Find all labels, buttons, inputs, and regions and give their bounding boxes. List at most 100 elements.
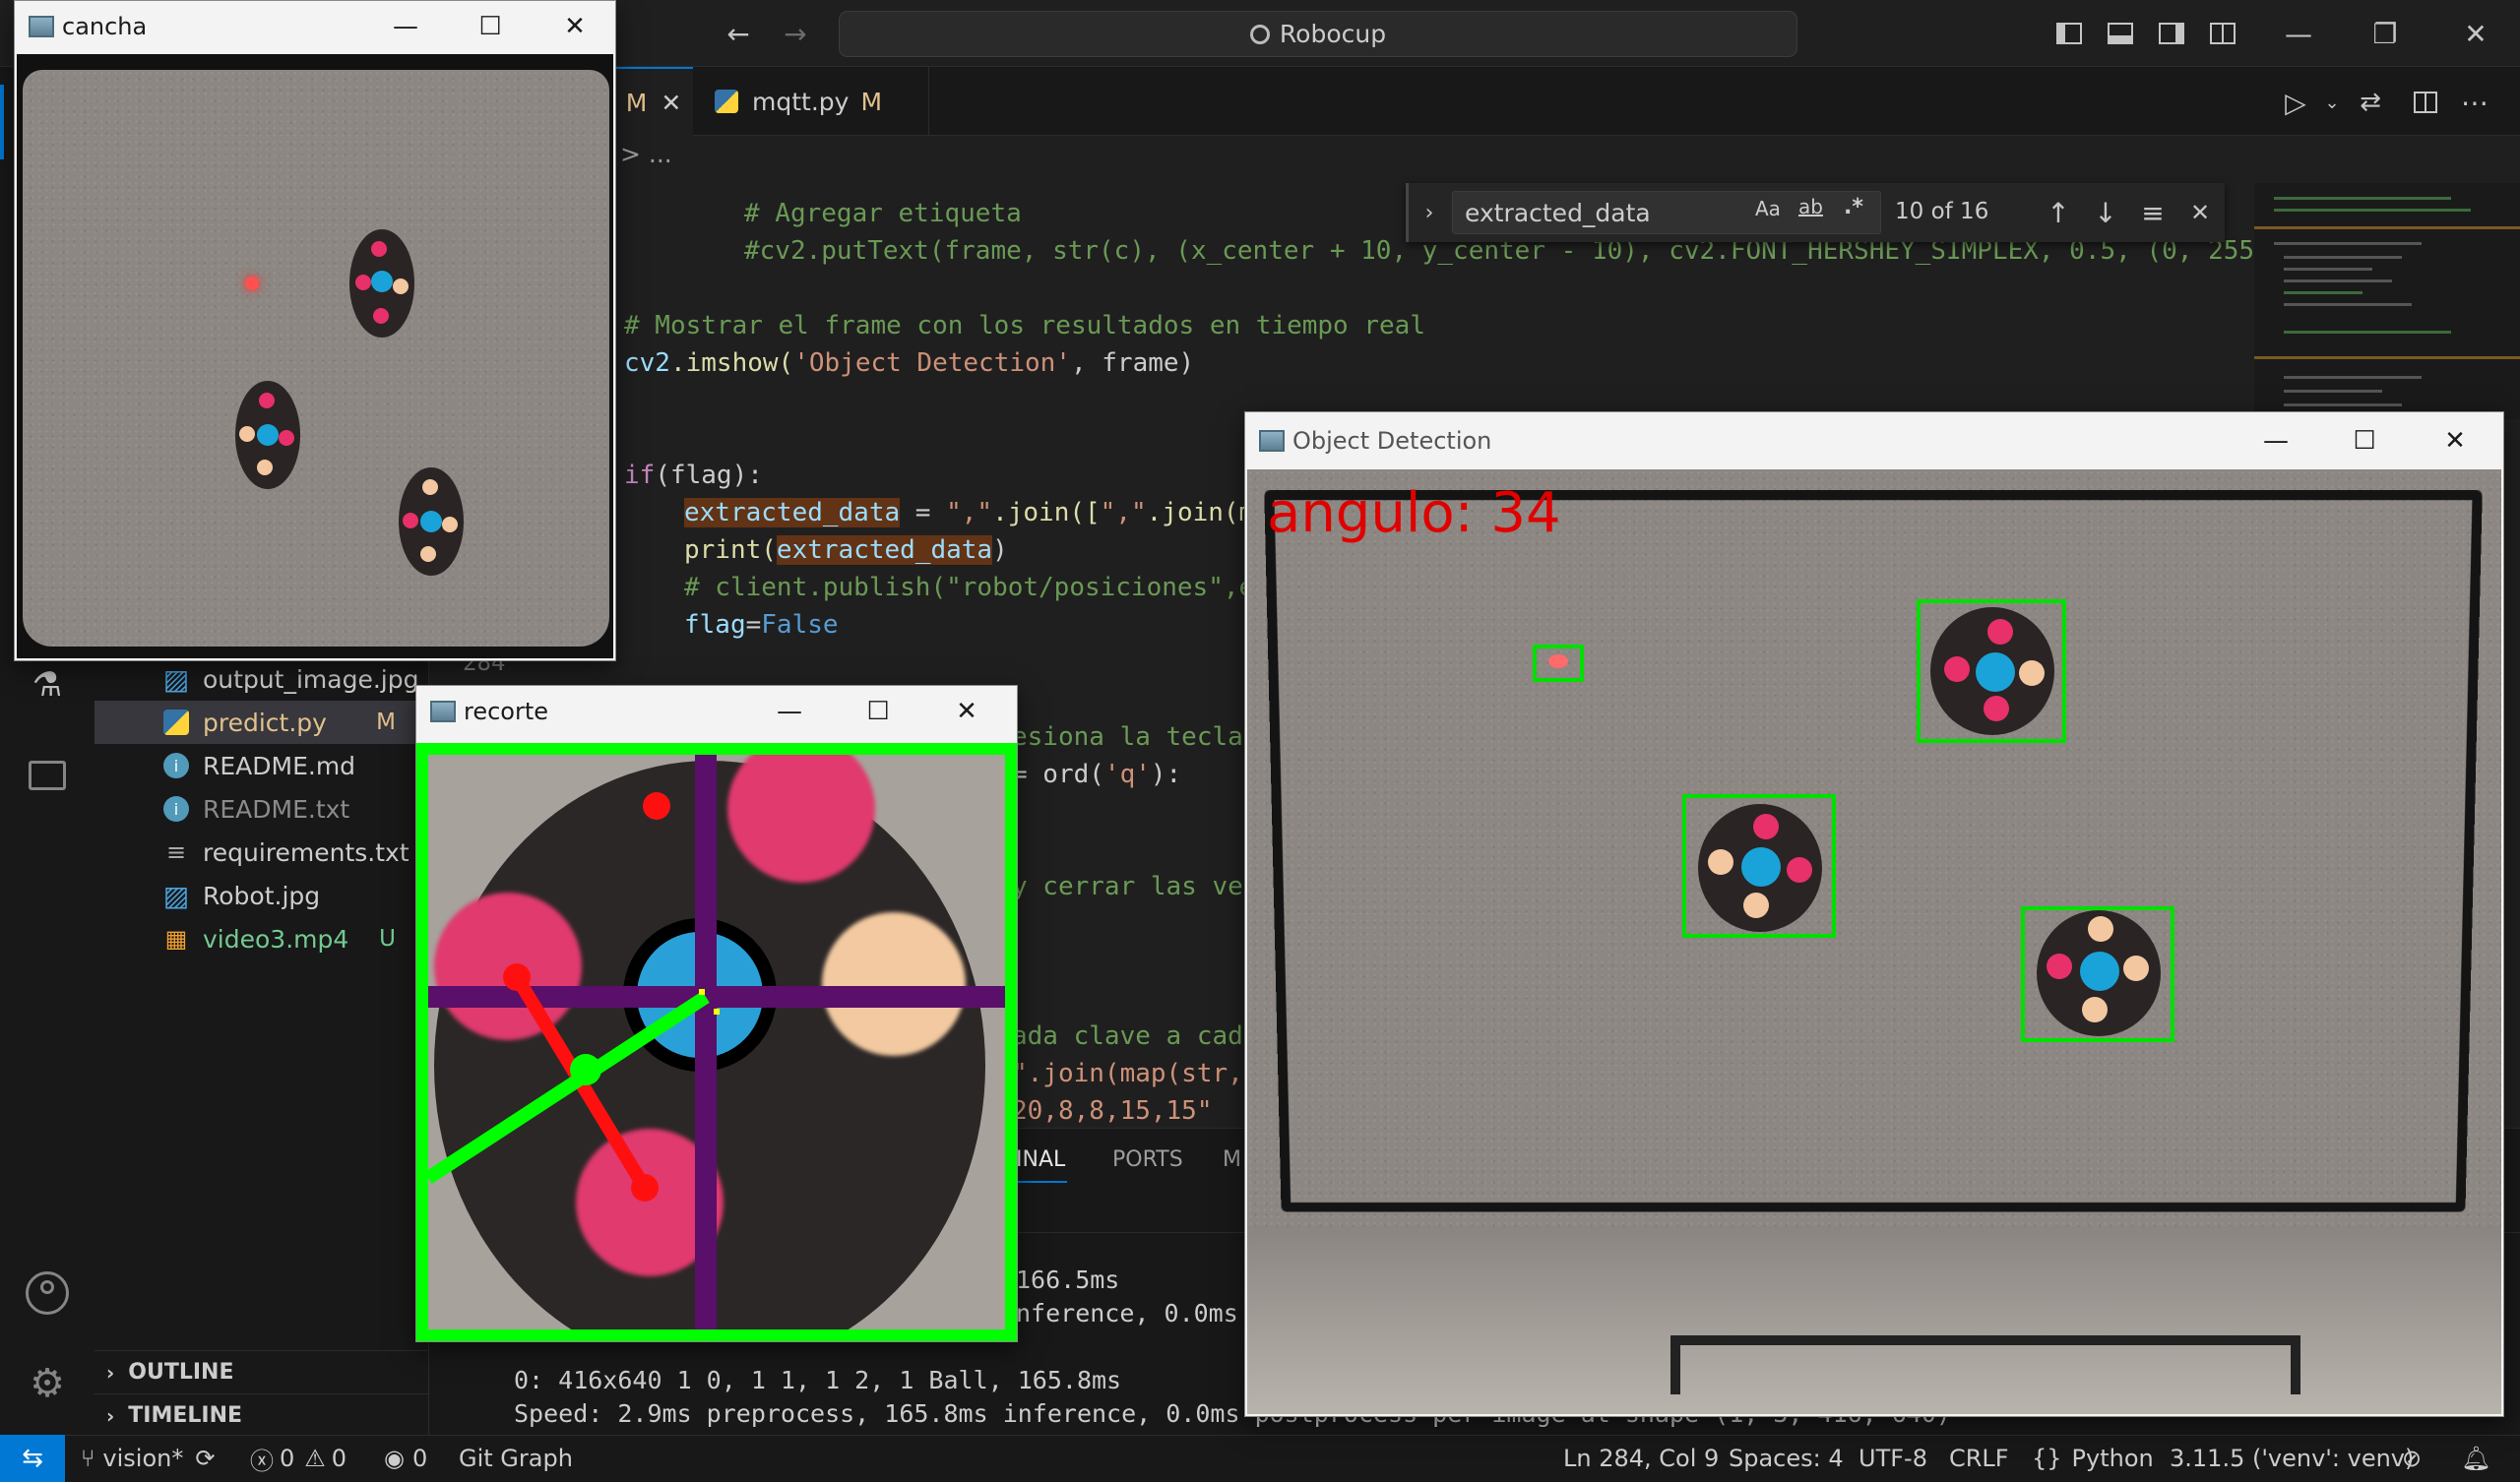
split-editor-icon[interactable]: [2404, 81, 2447, 124]
customize-layout-icon[interactable]: [2205, 16, 2240, 51]
minimize-icon[interactable]: —: [361, 1, 450, 52]
more-actions-icon[interactable]: ⋯: [2453, 81, 2496, 124]
broadcast-icon: ◉: [384, 1445, 405, 1472]
breadcrumb[interactable]: > ...: [620, 140, 672, 183]
language-mode[interactable]: {} Python: [2032, 1435, 2154, 1482]
git-graph-button[interactable]: Git Graph: [459, 1435, 573, 1482]
notifications-bell-icon[interactable]: 🔔︎: [2461, 1435, 2490, 1482]
remote-explorer-icon[interactable]: [24, 748, 71, 803]
match-case-toggle[interactable]: Aa: [1755, 197, 1781, 220]
info-icon: i: [163, 796, 189, 822]
robot-detection-box: [2021, 906, 2174, 1042]
app-icon: [430, 701, 456, 722]
maximize-icon[interactable]: ☐: [2320, 412, 2409, 469]
warning-icon: ⚠: [304, 1445, 326, 1472]
active-indicator: [0, 85, 4, 159]
recorte-overlay: [428, 755, 1005, 1329]
tab-mqtt[interactable]: mqtt.py M: [693, 67, 929, 136]
app-icon: [29, 16, 54, 37]
settings-gear-icon[interactable]: ⚙: [22, 1358, 73, 1409]
search-icon: [1249, 24, 1270, 44]
toggle-sidebar-icon[interactable]: [2051, 16, 2087, 51]
outline-section[interactable]: › OUTLINE: [94, 1350, 429, 1393]
tab-predict[interactable]: M ✕: [614, 67, 693, 136]
info-icon: i: [163, 753, 189, 778]
restore-icon[interactable]: ❐: [2361, 14, 2410, 53]
chevron-right-icon: ›: [106, 1403, 115, 1428]
python-icon: [715, 90, 738, 113]
python-interpreter[interactable]: 3.11.5 ('venv': venv): [2170, 1435, 2414, 1482]
whole-word-toggle[interactable]: ab: [1798, 195, 1823, 218]
find-in-selection-icon[interactable]: ≡: [2133, 191, 2173, 234]
braces-icon: {}: [2032, 1445, 2062, 1472]
maximize-icon[interactable]: ☐: [834, 686, 922, 737]
forward-arrow-icon[interactable]: →: [774, 14, 817, 53]
run-icon[interactable]: ▷: [2274, 81, 2317, 124]
tab-ports[interactable]: PORTS: [1112, 1147, 1183, 1172]
active-tab-indicator: [1012, 1181, 1067, 1183]
file-item[interactable]: ▨ Robot.jpg: [94, 874, 429, 917]
file-item[interactable]: i README.txt: [94, 787, 429, 831]
line-ending[interactable]: CRLF: [1949, 1435, 2009, 1482]
lines-icon: ≡: [165, 838, 187, 866]
robot-detection-box: [1682, 794, 1836, 938]
recorte-window[interactable]: recorte — ☐ ✕: [415, 685, 1018, 1342]
sync-icon: ⟳: [195, 1445, 216, 1472]
close-find-icon[interactable]: ✕: [2180, 191, 2220, 234]
object-detection-window[interactable]: Object Detection — ☐ ✕ angulo: 34: [1244, 411, 2504, 1417]
maximize-icon[interactable]: ☐: [446, 1, 535, 52]
tab-more[interactable]: M: [1223, 1147, 1241, 1172]
minimap[interactable]: [2254, 183, 2520, 419]
ball: [245, 277, 259, 290]
cursor-position[interactable]: Ln 284, Col 9: [1563, 1435, 1719, 1482]
error-icon: ⓧ: [250, 1447, 274, 1475]
toggle-replace-chevron-icon[interactable]: ›: [1415, 191, 1444, 234]
previous-match-icon[interactable]: ↑: [2039, 191, 2078, 234]
close-icon[interactable]: ✕: [531, 1, 619, 52]
close-icon[interactable]: ✕: [2451, 14, 2500, 53]
encoding[interactable]: UTF-8: [1858, 1435, 1927, 1482]
copilot-icon[interactable]: ⊘: [2402, 1435, 2422, 1482]
timeline-section[interactable]: › TIMELINE: [94, 1393, 429, 1437]
file-item[interactable]: ▨ output_image.jpg: [94, 657, 429, 701]
close-tab-icon[interactable]: ✕: [661, 89, 681, 117]
close-icon[interactable]: ✕: [922, 686, 1011, 737]
image-icon: ▨: [162, 879, 190, 912]
find-widget: › extracted_data Aa ab .* 10 of 16 ↑ ↓ ≡…: [1406, 183, 2225, 242]
toggle-panel-icon[interactable]: [2103, 16, 2138, 51]
minimize-icon[interactable]: —: [745, 686, 834, 737]
image-icon: ▨: [162, 662, 190, 696]
minimize-icon[interactable]: —: [2232, 412, 2320, 469]
file-item-selected[interactable]: predict.py M: [94, 701, 429, 744]
compare-changes-icon[interactable]: ⇄: [2349, 81, 2392, 124]
close-icon[interactable]: ✕: [2411, 412, 2499, 469]
command-center-search[interactable]: Robocup: [839, 11, 1797, 57]
remote-indicator-icon[interactable]: ⇆: [0, 1435, 65, 1482]
file-item[interactable]: ≡ requirements.txt: [94, 831, 429, 874]
cancha-window[interactable]: cancha — ☐ ✕: [14, 0, 616, 661]
robot-marker: [399, 467, 464, 576]
match-count: 10 of 16: [1895, 199, 1989, 224]
branch-indicator[interactable]: ⑂ vision* ⟳: [81, 1435, 215, 1482]
testing-flask-icon[interactable]: ⚗: [24, 657, 71, 712]
tab-terminal[interactable]: INAL: [1016, 1147, 1065, 1172]
file-item[interactable]: ▦ video3.mp4 U: [94, 917, 429, 960]
minimize-icon[interactable]: —: [2274, 14, 2323, 53]
detection-image: angulo: 34: [1247, 469, 2501, 1414]
back-arrow-icon[interactable]: ←: [717, 14, 760, 53]
git-branch-icon: ⑂: [81, 1445, 95, 1472]
bench: [1670, 1335, 2300, 1394]
regex-toggle[interactable]: .*: [1844, 195, 1863, 219]
run-dropdown-icon[interactable]: ⌄: [2317, 81, 2347, 124]
ports-indicator[interactable]: ◉ 0: [384, 1435, 427, 1482]
file-item[interactable]: i README.md: [94, 744, 429, 787]
toggle-secondary-sidebar-icon[interactable]: [2154, 16, 2189, 51]
problems-indicator[interactable]: ⓧ 0 ⚠ 0: [250, 1435, 346, 1482]
account-icon[interactable]: [22, 1267, 73, 1319]
video-icon: ▦: [164, 925, 188, 953]
indentation[interactable]: Spaces: 4: [1729, 1435, 1844, 1482]
python-icon: [163, 710, 189, 735]
ball-detection-box: [1533, 645, 1584, 682]
angle-overlay-text: angulo: 34: [1267, 481, 1561, 545]
next-match-icon[interactable]: ↓: [2086, 191, 2125, 234]
